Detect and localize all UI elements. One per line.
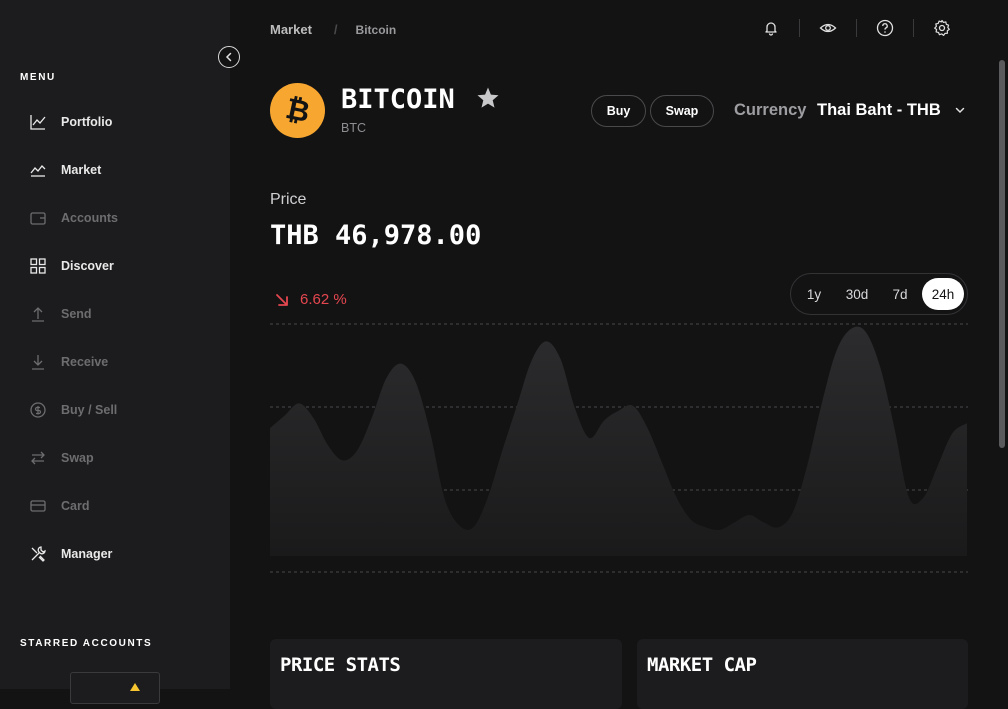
breadcrumb-current: Bitcoin <box>355 22 397 37</box>
swap-button[interactable]: Swap <box>650 95 714 127</box>
breadcrumb-market-link[interactable]: Market <box>270 22 312 37</box>
starred-accounts-label: STARRED ACCOUNTS <box>20 638 153 649</box>
sidebar-item-label: Discover <box>61 259 114 273</box>
top-toolbar <box>760 17 953 39</box>
toolbar-divider <box>856 19 857 37</box>
tools-icon <box>29 545 47 563</box>
sidebar-item-label: Portfolio <box>61 115 113 129</box>
help-icon[interactable] <box>874 17 896 39</box>
menu-section-label: MENU <box>20 72 56 83</box>
price-change-value: 6.62 % <box>300 291 347 308</box>
collapse-sidebar-button[interactable] <box>218 46 240 68</box>
warning-icon <box>130 683 140 691</box>
price-area-series <box>270 326 967 556</box>
chevron-left-icon <box>225 52 232 62</box>
range-1y-button[interactable]: 1y <box>800 278 828 310</box>
chevron-down-icon[interactable] <box>954 103 966 121</box>
price-value: THB 46,978.00 <box>270 220 482 251</box>
swap-arrows-icon <box>29 449 47 467</box>
sidebar-item-discover[interactable]: Discover <box>29 254 114 278</box>
time-range-selector: 1y 30d 7d 24h <box>790 273 968 315</box>
sidebar-item-label: Accounts <box>61 211 118 225</box>
coin-symbol: BTC <box>341 121 366 135</box>
breadcrumb: Market / Bitcoin <box>270 22 396 37</box>
area-chart-icon <box>29 161 47 179</box>
sidebar-item-send[interactable]: Send <box>29 302 92 326</box>
sidebar-item-label: Market <box>61 163 102 177</box>
price-stats-title: PRICE STATS <box>280 654 401 676</box>
star-icon[interactable] <box>476 86 500 115</box>
price-chart <box>270 323 968 573</box>
sidebar-item-label: Buy / Sell <box>61 403 118 417</box>
currency-select[interactable]: Thai Baht - THB <box>817 101 941 120</box>
sidebar-item-buy-sell[interactable]: Buy / Sell <box>29 398 117 422</box>
grid-icon <box>29 257 47 275</box>
starred-account-card[interactable] <box>70 672 160 704</box>
sidebar-item-label: Manager <box>61 547 113 561</box>
sidebar-item-accounts[interactable]: Accounts <box>29 206 118 230</box>
range-30d-button[interactable]: 30d <box>839 278 875 310</box>
eye-icon[interactable] <box>817 17 839 39</box>
wallet-icon <box>29 209 47 227</box>
sidebar-item-card[interactable]: Card <box>29 494 89 518</box>
card-icon <box>29 497 47 515</box>
sidebar-item-label: Card <box>61 499 90 513</box>
sidebar-item-market[interactable]: Market <box>29 158 101 182</box>
sidebar-item-manager[interactable]: Manager <box>29 542 112 566</box>
sidebar-item-label: Swap <box>61 451 94 465</box>
sidebar-item-label: Receive <box>61 355 109 369</box>
bell-icon[interactable] <box>760 17 782 39</box>
bitcoin-logo: ₿ <box>270 83 325 138</box>
range-24h-button[interactable]: 24h <box>922 278 964 310</box>
arrow-down-icon <box>29 353 47 371</box>
scrollbar[interactable] <box>999 60 1005 448</box>
market-cap-title: MARKET CAP <box>647 654 757 676</box>
settings-icon[interactable] <box>931 17 953 39</box>
price-stats-card: PRICE STATS <box>270 639 622 709</box>
main-content: Market / Bitcoin ₿ BITCOIN BTC Buy Swap … <box>230 0 1008 709</box>
sidebar-item-portfolio[interactable]: Portfolio <box>29 110 112 134</box>
buy-button[interactable]: Buy <box>591 95 646 127</box>
coin-name: BITCOIN <box>341 84 455 115</box>
arrow-up-icon <box>29 305 47 323</box>
dollar-circle-icon <box>29 401 47 419</box>
sidebar: MENU Portfolio Market Accounts Discover Send… <box>0 0 230 704</box>
breadcrumb-separator: / <box>333 22 338 37</box>
currency-label: Currency <box>734 101 807 119</box>
toolbar-divider <box>799 19 800 37</box>
market-cap-card: MARKET CAP <box>637 639 968 709</box>
price-label: Price <box>270 191 307 208</box>
line-chart-icon <box>29 113 47 131</box>
sidebar-item-swap[interactable]: Swap <box>29 446 94 470</box>
price-change: 6.62 % <box>274 291 347 308</box>
range-7d-button[interactable]: 7d <box>886 278 914 310</box>
toolbar-divider <box>913 19 914 37</box>
sidebar-item-receive[interactable]: Receive <box>29 350 108 374</box>
sidebar-item-label: Send <box>61 307 92 321</box>
arrow-down-right-icon <box>274 292 290 308</box>
